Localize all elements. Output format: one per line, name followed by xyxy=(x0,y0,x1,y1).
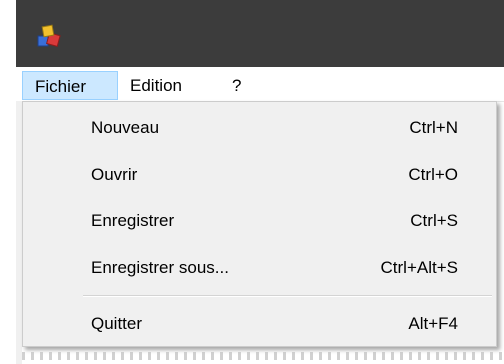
menu-item-label: Enregistrer xyxy=(91,211,175,230)
menu-separator xyxy=(83,295,492,297)
menu-item-quitter[interactable]: Quitter Alt+F4 xyxy=(23,306,496,342)
menu-item-label: Quitter xyxy=(91,314,143,333)
menu-item-shortcut: Ctrl+N xyxy=(409,118,458,137)
title-bar xyxy=(16,0,504,67)
menu-item-nouveau[interactable]: Nouveau Ctrl+N xyxy=(23,110,496,146)
menu-help[interactable]: ? xyxy=(226,71,250,100)
menu-item-shortcut: Ctrl+Alt+S xyxy=(380,258,458,277)
fichier-dropdown-menu: Nouveau Ctrl+N Ouvrir Ctrl+O Enregistrer… xyxy=(22,101,497,347)
menu-item-enregistrer-sous[interactable]: Enregistrer sous... Ctrl+Alt+S xyxy=(23,250,496,286)
menu-item-label: Nouveau xyxy=(91,118,160,137)
window-bottom-edge xyxy=(22,352,504,360)
menu-item-shortcut: Ctrl+S xyxy=(410,211,458,230)
menu-item-label: Ouvrir xyxy=(91,165,138,184)
menu-item-ouvrir[interactable]: Ouvrir Ctrl+O xyxy=(23,157,496,193)
menu-bar: Fichier Edition ? xyxy=(16,67,504,102)
menu-item-shortcut: Ctrl+O xyxy=(408,165,458,184)
menu-item-shortcut: Alt+F4 xyxy=(408,314,458,333)
menu-fichier[interactable]: Fichier xyxy=(22,71,118,100)
menu-edition[interactable]: Edition xyxy=(124,71,204,100)
menu-item-enregistrer[interactable]: Enregistrer Ctrl+S xyxy=(23,203,496,239)
app-blocks-icon[interactable] xyxy=(36,22,64,50)
menu-item-label: Enregistrer sous... xyxy=(91,258,229,277)
